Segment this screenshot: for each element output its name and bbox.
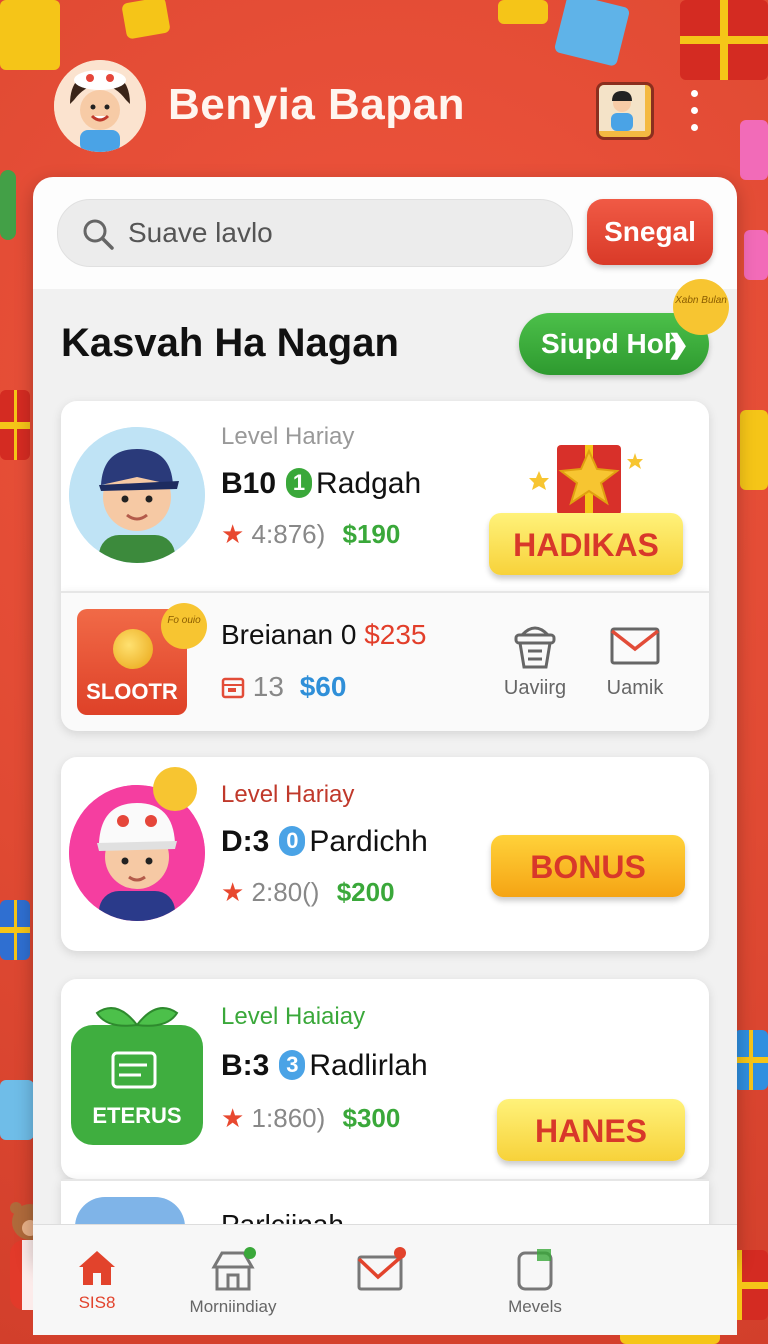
search-bar [57, 199, 573, 267]
search-button[interactable]: Snegal [587, 199, 713, 265]
mail-nav-icon [357, 1247, 406, 1291]
ticket-decoration [0, 1080, 34, 1140]
item-title: Radlirlah [309, 1049, 428, 1082]
levels-icon [517, 1249, 553, 1291]
listing-section: Kasvah Ha Nagan Siupd Hoh ❯ Xabn Bulan L… [33, 279, 737, 1267]
basket-action-label: Uaviirg [503, 677, 567, 699]
app-header: Benyia Bapan [0, 0, 768, 180]
ticket-decoration [0, 170, 16, 240]
item-name: B:3 3 Radlirlah [221, 1049, 428, 1083]
profile-avatar[interactable] [596, 82, 654, 140]
item-rating: 1:860) [251, 1103, 326, 1133]
item-stats: ★ 1:860) $300 [221, 1103, 400, 1134]
gift-box-icon [529, 423, 649, 523]
gift-decoration [734, 1030, 768, 1090]
user-avatar [69, 427, 205, 563]
star-icon: ★ [221, 1103, 245, 1133]
nav-mail[interactable] [311, 1247, 451, 1299]
nav-morning-label: Morniindiay [189, 1297, 277, 1316]
star-icon: ★ [221, 519, 245, 549]
section-title: Kasvah Ha Nagan [61, 321, 399, 365]
item-price: $300 [342, 1103, 401, 1133]
gift-decoration [0, 900, 30, 960]
item-stats: ★ 2:80() $200 [221, 877, 395, 908]
home-icon [79, 1251, 115, 1285]
item-code: B:3 [221, 1049, 270, 1082]
sub-row-count: 13 [252, 671, 284, 702]
more-menu-icon[interactable] [684, 90, 704, 134]
sub-row-title: Breianan 0 $235 [221, 619, 427, 651]
sub-row-card[interactable]: SLOOTR Fo ouio Breianan 0 $235 13 $60 Ua… [61, 591, 709, 731]
search-icon [83, 219, 114, 250]
hanes-button[interactable]: HANES [497, 1099, 685, 1161]
mail-icon [610, 627, 660, 665]
sub-row-price: $60 [299, 671, 347, 702]
coin-icon [113, 629, 153, 669]
level-label: Level Hariay [221, 781, 355, 808]
item-rating: 4:876) [251, 519, 326, 549]
item-rating: 2:80() [251, 877, 320, 907]
rank-badge: 3 [279, 1050, 306, 1080]
list-card[interactable]: ETERUS Level Haiaiay B:3 3 Radlirlah ★ 1:8… [61, 979, 709, 1179]
green-gift-badge: ETERUS [67, 999, 207, 1149]
bonus-button[interactable]: BONUS [491, 835, 685, 897]
nav-home[interactable]: SIS8 [27, 1247, 167, 1313]
level-label: Level Hariay [221, 423, 355, 450]
mail-action[interactable]: Uamik [595, 621, 675, 700]
ticket-decoration [744, 230, 768, 280]
rank-badge: 0 [279, 826, 306, 856]
sub-row-title-price: $235 [364, 619, 427, 650]
bottom-nav: SIS8 Morniindiay Mevels [33, 1224, 737, 1335]
slot-badge-label: SLOOTR [86, 679, 178, 704]
item-title: Radgah [316, 467, 422, 500]
chevron-right-icon: ❯ [667, 329, 689, 359]
item-title: Pardichh [309, 825, 428, 858]
list-card[interactable]: Level Hariay B10 1 Radgah ★ 4:876) $190 HA… [61, 401, 709, 591]
green-gift-label: ETERUS [92, 1103, 182, 1128]
basket-icon [514, 626, 556, 669]
nav-morning[interactable]: Morniindiay [163, 1247, 303, 1317]
nav-levels[interactable]: Mevels [465, 1247, 605, 1317]
store-icon [211, 1247, 256, 1291]
main-panel: Snegal Kasvah Ha Nagan Siupd Hoh ❯ Xabn … [33, 177, 737, 1267]
search-input[interactable] [126, 210, 550, 256]
item-stats: ★ 4:876) $190 [221, 519, 400, 550]
nav-levels-label: Mevels [508, 1297, 562, 1316]
sub-row-title-text: Breianan 0 [221, 619, 357, 650]
item-code: D:3 [221, 825, 270, 858]
mail-action-label: Uamik [606, 677, 664, 699]
item-price: $190 [342, 519, 401, 549]
item-code: B10 [221, 467, 277, 500]
item-name: D:3 0 Pardichh [221, 825, 428, 859]
slot-burst-badge: Fo ouio [161, 603, 207, 649]
star-icon: ★ [221, 877, 245, 907]
level-label: Level Haiaiay [221, 1003, 366, 1030]
sub-row-stats: 13 $60 [221, 671, 346, 703]
rank-badge: 1 [286, 468, 313, 498]
app-logo-avatar [54, 60, 146, 152]
basket-action[interactable]: Uaviirg [495, 621, 575, 700]
promo-button-label: Siupd Hoh [541, 328, 681, 359]
promo-burst-badge: Xabn Bulan [673, 279, 729, 335]
ticket-decoration [740, 410, 768, 490]
nav-home-label: SIS8 [78, 1293, 116, 1312]
gift-decoration [0, 390, 30, 460]
item-price: $200 [336, 877, 395, 907]
avatar-burst-badge [153, 767, 197, 811]
hadikas-button[interactable]: HADIKAS [489, 513, 683, 575]
calendar-icon [221, 671, 253, 702]
app-title: Benyia Bapan [168, 80, 465, 129]
list-card[interactable]: Level Hariay D:3 0 Pardichh ★ 2:80() $200 … [61, 757, 709, 951]
item-name: B10 1 Radgah [221, 467, 421, 501]
